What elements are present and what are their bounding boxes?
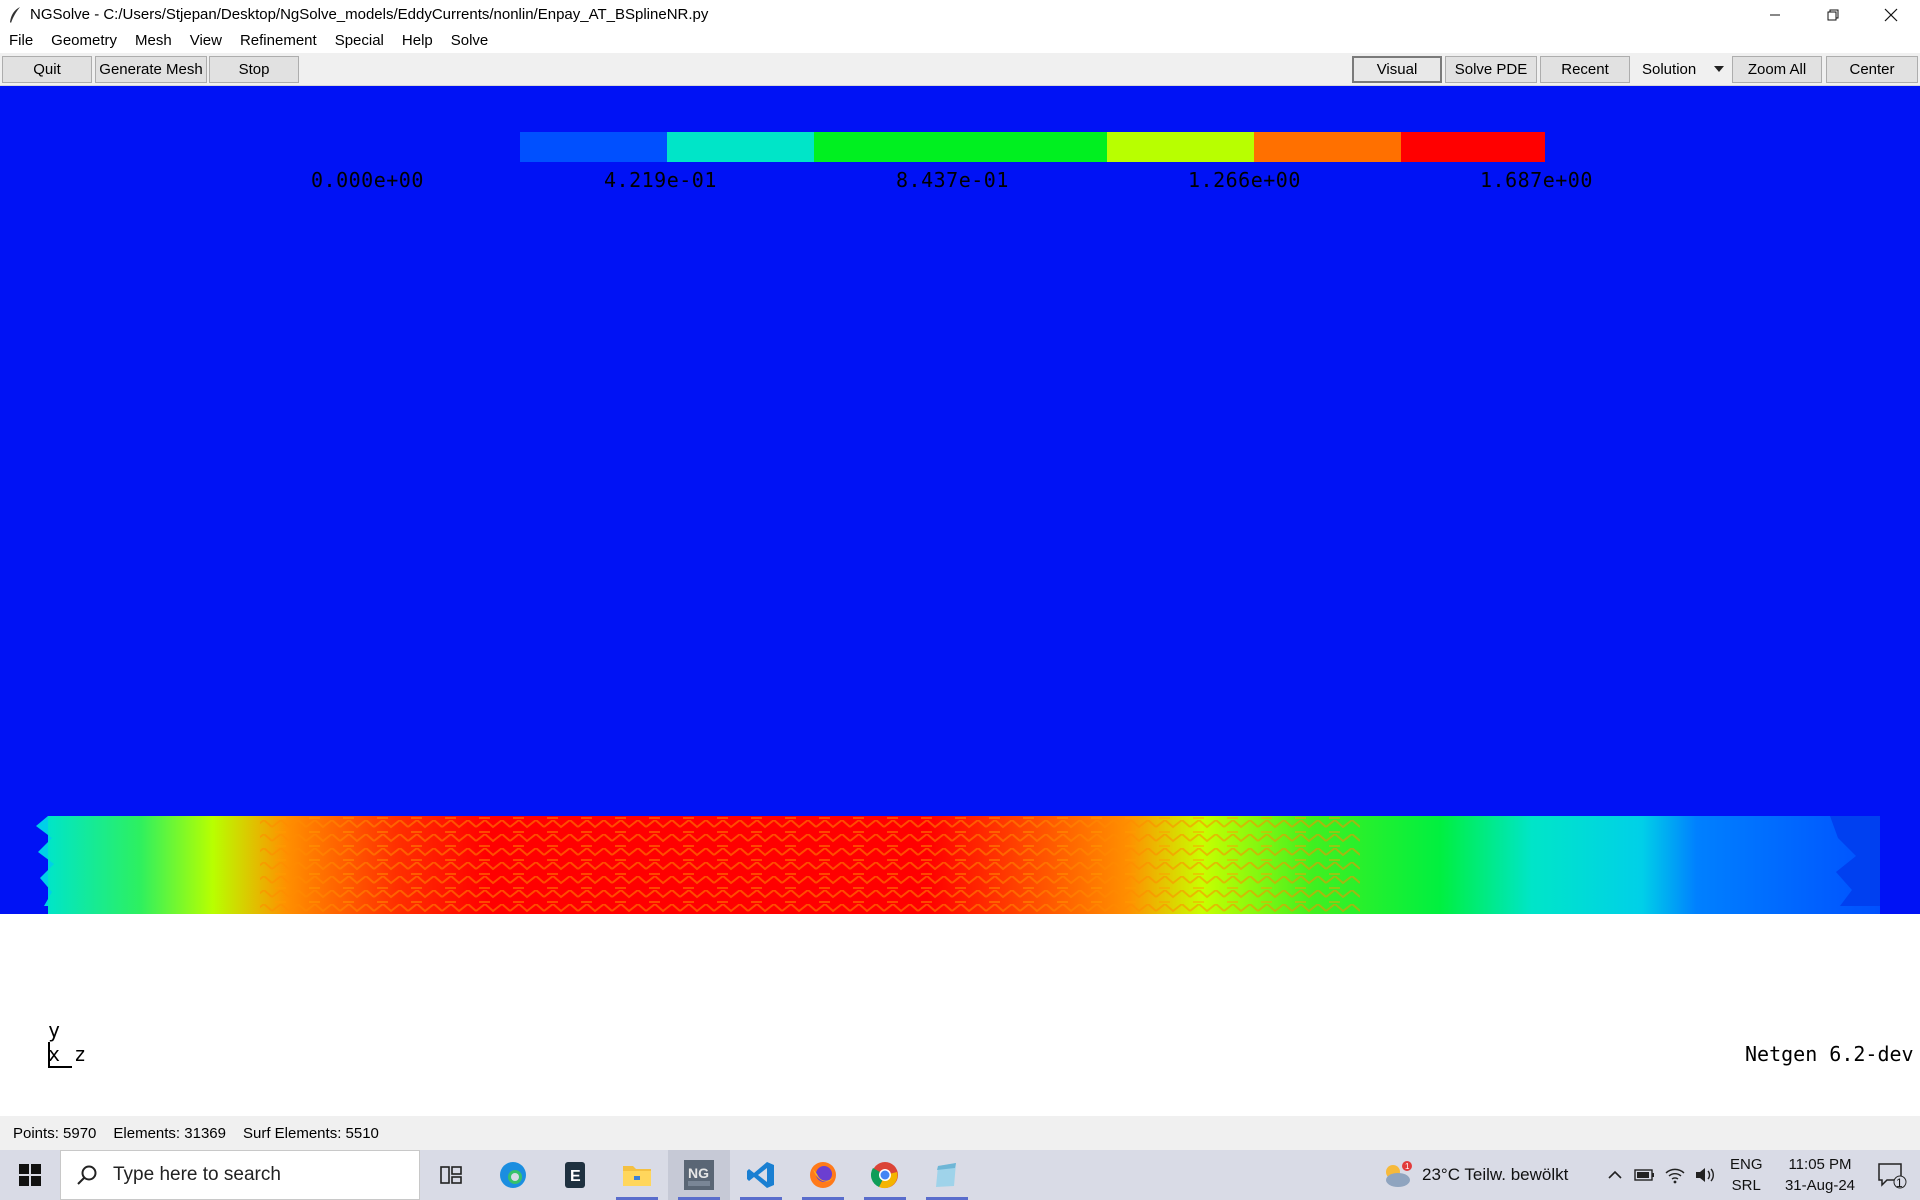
weather-widget[interactable]: 1 23°C Teilw. bewölkt: [1380, 1150, 1568, 1200]
minimize-icon[interactable]: [1746, 0, 1804, 29]
svg-text:E: E: [570, 1168, 581, 1185]
system-tray-icons: [1606, 1150, 1716, 1200]
menu-refinement[interactable]: Refinement: [231, 29, 326, 53]
clock-time: 11:05 PM: [1788, 1156, 1852, 1173]
colorbar-label: 8.437e-01: [896, 168, 1009, 192]
notepad-app-icon[interactable]: [916, 1150, 978, 1200]
stop-button[interactable]: Stop: [209, 56, 299, 83]
version-label: Netgen 6.2-dev: [1745, 1042, 1914, 1066]
colorbar-segment: [520, 132, 667, 162]
notification-center[interactable]: 1: [1868, 1150, 1916, 1200]
taskbar-search[interactable]: Type here to search: [60, 1150, 420, 1200]
e-app-icon[interactable]: E: [544, 1150, 606, 1200]
colorbar-label: 4.219e-01: [604, 168, 717, 192]
language-bottom: SRL: [1731, 1177, 1761, 1194]
weather-cloud-icon: 1: [1386, 1161, 1412, 1187]
task-view-icon[interactable]: [420, 1150, 482, 1200]
wifi-icon[interactable]: [1664, 1166, 1686, 1184]
svg-text:NG: NG: [688, 1165, 709, 1181]
firefox-icon[interactable]: [792, 1150, 854, 1200]
file-explorer-icon[interactable]: [606, 1150, 668, 1200]
menu-mesh[interactable]: Mesh: [126, 29, 181, 53]
restore-icon[interactable]: [1804, 0, 1862, 29]
colorbar-label: 0.000e+00: [311, 168, 424, 192]
search-placeholder: Type here to search: [113, 1164, 281, 1185]
chevron-up-icon[interactable]: [1606, 1166, 1624, 1184]
axis-y-label: y: [48, 1018, 61, 1042]
solution-select-label: Solution: [1642, 61, 1697, 78]
menu-geometry[interactable]: Geometry: [42, 29, 126, 53]
render-viewport[interactable]: 0.000e+00 4.219e-01 8.437e-01 1.266e+00 …: [0, 86, 1920, 914]
menu-view[interactable]: View: [181, 29, 231, 53]
points-count: Points: 5970: [13, 1124, 97, 1142]
solution-select[interactable]: Solution: [1634, 56, 1730, 83]
clock[interactable]: 11:05 PM 31-Aug-24: [1774, 1150, 1866, 1200]
axis-z-label: z: [74, 1042, 87, 1066]
vscode-icon[interactable]: [730, 1150, 792, 1200]
solve-pde-button[interactable]: Solve PDE: [1445, 56, 1537, 83]
axis-line-x: [48, 1066, 72, 1068]
search-icon: [77, 1165, 97, 1185]
colorbar-segment: [667, 132, 814, 162]
weather-alert-count: 1: [1405, 1162, 1410, 1171]
menu-special[interactable]: Special: [326, 29, 393, 53]
window-controls: [1746, 0, 1920, 29]
edge-browser-icon[interactable]: [482, 1150, 544, 1200]
window-title: NGSolve - C:/Users/Stjepan/Desktop/NgSol…: [30, 6, 709, 23]
toolbar: Quit Generate Mesh Stop Visual Solve PDE…: [0, 53, 1920, 86]
surf-elements-count: Surf Elements: 5510: [242, 1124, 379, 1142]
menu-solve[interactable]: Solve: [442, 29, 498, 53]
colorbar: [520, 132, 1545, 162]
menu-file[interactable]: File: [0, 29, 42, 53]
quit-button[interactable]: Quit: [2, 56, 92, 83]
dropdown-arrow-icon: [1714, 66, 1724, 72]
ngsolve-app-icon[interactable]: NG: [668, 1150, 730, 1200]
generate-mesh-button[interactable]: Generate Mesh: [95, 56, 207, 83]
visual-button[interactable]: Visual: [1352, 56, 1442, 83]
field-plot: [36, 816, 1880, 914]
axis-line-y: [48, 1042, 50, 1066]
colorbar-label: 1.266e+00: [1188, 168, 1301, 192]
weather-text: 23°C Teilw. bewölkt: [1422, 1165, 1569, 1184]
feather-app-icon: [4, 4, 26, 26]
notification-count: 1: [1896, 1176, 1903, 1190]
menu-help[interactable]: Help: [393, 29, 442, 53]
windows-start-icon[interactable]: [0, 1150, 60, 1200]
volume-icon[interactable]: [1694, 1166, 1716, 1184]
elements-count: Elements: 31369: [113, 1124, 226, 1142]
language-indicator[interactable]: ENG SRL: [1730, 1150, 1763, 1200]
center-button[interactable]: Center: [1826, 56, 1918, 83]
title-bar: NGSolve - C:/Users/Stjepan/Desktop/NgSol…: [0, 0, 1920, 29]
close-icon[interactable]: [1862, 0, 1920, 29]
colorbar-segment: [1107, 132, 1254, 162]
mesh-texture: [260, 816, 1360, 914]
chrome-icon[interactable]: [854, 1150, 916, 1200]
taskbar: Type here to search E NG 1 23°C Teilw. b…: [0, 1150, 1920, 1200]
colorbar-segment: [1254, 132, 1401, 162]
language-top: ENG: [1730, 1156, 1763, 1173]
zoom-all-button[interactable]: Zoom All: [1732, 56, 1822, 83]
clock-date: 31-Aug-24: [1784, 1177, 1856, 1194]
colorbar-segment: [814, 132, 1107, 162]
recent-button[interactable]: Recent: [1540, 56, 1630, 83]
menu-bar: File Geometry Mesh View Refinement Speci…: [0, 29, 1920, 53]
battery-icon[interactable]: [1634, 1166, 1656, 1184]
colorbar-label: 1.687e+00: [1480, 168, 1593, 192]
colorbar-segment: [1401, 132, 1545, 162]
status-bar: Points: 5970 Elements: 31369 Surf Elemen…: [0, 1116, 1920, 1150]
